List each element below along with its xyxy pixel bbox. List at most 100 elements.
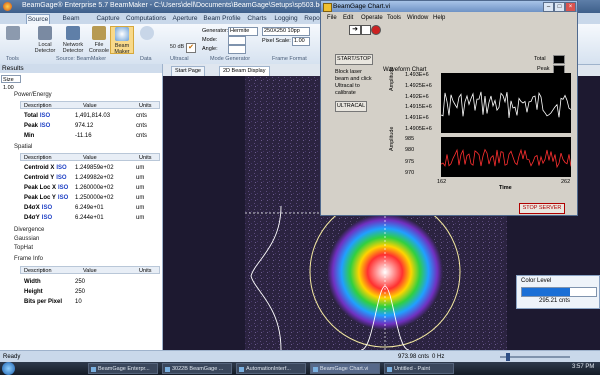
- total-tick-label: 1.4925E+6: [405, 82, 432, 89]
- table-row[interactable]: Width 250: [20, 278, 160, 286]
- size-field[interactable]: Size 1.00: [1, 75, 21, 91]
- table-row[interactable]: Peak ISO 974.12 cnts: [20, 122, 160, 130]
- tools-button[interactable]: [4, 26, 22, 42]
- total-series-svg: [440, 91, 572, 118]
- task-paint[interactable]: Untitled - Paint: [384, 363, 454, 374]
- generator-label: Generator:: [202, 28, 229, 34]
- group-label-mode-generator: Mode Generator: [210, 56, 251, 62]
- pixel-scale-label: Pixel Scale:: [262, 38, 291, 44]
- spatial-table-header: Description Value Units: [20, 153, 160, 161]
- network-detector-button[interactable]: Network Detector: [62, 26, 84, 54]
- local-detector-button[interactable]: Local Detector: [34, 26, 56, 54]
- file-icon: [92, 26, 106, 40]
- angle-field[interactable]: [228, 45, 246, 54]
- group-label-source: Source: BeamMaker: [56, 56, 107, 62]
- legend-peak: Peak: [537, 66, 550, 72]
- tab-aperture[interactable]: Aperture: [170, 14, 200, 24]
- close-button[interactable]: ×: [565, 2, 576, 12]
- peak-axis-label: Amplitude: [389, 126, 395, 151]
- tab-capture[interactable]: Capture: [94, 14, 122, 24]
- data-play-button[interactable]: [136, 26, 158, 42]
- run-arrow-icon[interactable]: ➜: [349, 25, 361, 35]
- beam-maker-button[interactable]: Beam Maker: [110, 26, 134, 55]
- total-tick-label: 1.4915E+6: [405, 104, 432, 111]
- generator-select[interactable]: Hermite: [228, 27, 258, 36]
- task-automation[interactable]: AutomationInterf...: [236, 363, 306, 374]
- peak-series-svg: [440, 148, 572, 169]
- color-level-title: Color Level: [521, 278, 552, 284]
- menu-window[interactable]: Window: [407, 15, 428, 21]
- zoom-slider[interactable]: [500, 353, 570, 361]
- tab-beam-display[interactable]: Beam Display: [51, 14, 91, 32]
- section-frame-info[interactable]: Frame Info: [14, 256, 43, 262]
- table-row[interactable]: Centroid X ISO 1.249859e+02 um: [20, 164, 160, 172]
- peak-plot[interactable]: [440, 137, 572, 177]
- menu-help[interactable]: Help: [433, 15, 445, 21]
- wrench-icon: [6, 26, 20, 40]
- menu-tools[interactable]: Tools: [387, 15, 401, 21]
- start-stop-button[interactable]: START/STOP: [335, 54, 373, 65]
- network-icon: [66, 26, 80, 40]
- legend-total-swatch: [553, 55, 565, 64]
- results-title: Results: [0, 64, 162, 73]
- power-table-header: Description Value Units: [20, 101, 160, 109]
- chart-vi-window: BeamGage Chart.vi – □ × File Edit Operat…: [320, 0, 578, 216]
- table-row[interactable]: Total ISO 1,491,814.03 cnts: [20, 112, 160, 120]
- table-row[interactable]: D4σX ISO 6.249e+01 um: [20, 204, 160, 212]
- zoom-slider-thumb[interactable]: [506, 353, 510, 361]
- file-console-button[interactable]: File Console: [88, 26, 110, 54]
- app-logo-icon: [3, 2, 12, 11]
- total-tick-label: 1.4905E+6: [405, 126, 432, 132]
- section-divergence[interactable]: Divergence: [14, 227, 44, 233]
- color-level-panel[interactable]: Color Level 295.21 cnts: [516, 275, 600, 309]
- ultracal-checkbox[interactable]: ✔: [186, 43, 196, 53]
- menu-file[interactable]: File: [327, 15, 337, 21]
- table-row[interactable]: Peak Loc X ISO 1.260000e+02 um: [20, 184, 160, 192]
- task-chart-vi[interactable]: BeamGage Chart.vi: [310, 363, 380, 374]
- frame-table-header: Description Value Units: [20, 266, 160, 274]
- color-level-value: 295.21 cnts: [539, 298, 571, 304]
- ultracal-button[interactable]: ULTRACAL: [335, 101, 367, 112]
- abort-icon[interactable]: [371, 25, 381, 35]
- document-tabs: Start Page 2D Beam Display: [163, 64, 320, 77]
- run-continuous-icon[interactable]: [361, 25, 371, 35]
- color-level-track[interactable]: [521, 287, 597, 297]
- clock: 3:57 PM: [572, 364, 595, 370]
- task-3022b[interactable]: 3022B BeamGage ...: [162, 363, 232, 374]
- tab-beam-profile[interactable]: Beam Profile: [203, 14, 241, 24]
- resolution-select[interactable]: 250X250 10pp: [262, 27, 310, 36]
- total-plot[interactable]: [440, 73, 572, 133]
- section-power-energy[interactable]: Power/Energy: [14, 92, 52, 98]
- table-row[interactable]: Min -11.16 cnts: [20, 132, 160, 140]
- maximize-button[interactable]: □: [554, 2, 565, 12]
- table-row[interactable]: Centroid Y ISO 1.249982e+02 um: [20, 174, 160, 182]
- start-button[interactable]: [2, 362, 15, 375]
- mode-field[interactable]: [228, 36, 246, 45]
- table-row[interactable]: Bits per Pixel 10: [20, 298, 160, 306]
- db-label: 50 dB: [169, 44, 185, 50]
- task-beamgage[interactable]: BeamGage Enterpr...: [88, 363, 158, 374]
- total-tick-label: 1.491E+6: [405, 115, 429, 122]
- x-axis-label: Time: [499, 185, 512, 191]
- color-level-fill: [522, 288, 571, 296]
- section-gaussian[interactable]: Gaussian: [14, 236, 39, 242]
- tab-computations[interactable]: Computations: [126, 14, 166, 24]
- taskbar: BeamGage Enterpr... 3022B BeamGage ... A…: [0, 362, 600, 375]
- menu-edit[interactable]: Edit: [343, 15, 353, 21]
- tab-charts[interactable]: Charts: [245, 14, 269, 24]
- minimize-button[interactable]: –: [543, 2, 554, 12]
- menu-operate[interactable]: Operate: [361, 15, 383, 21]
- table-row[interactable]: Height 250: [20, 288, 160, 296]
- table-row[interactable]: D4σY ISO 6.244e+01 um: [20, 214, 160, 222]
- table-row[interactable]: Peak Loc Y ISO 1.250000e+02 um: [20, 194, 160, 202]
- section-tophat[interactable]: TopHat: [14, 245, 33, 251]
- total-axis-label: Amplitude: [389, 66, 395, 91]
- total-tick-label: 1.492E+6: [405, 93, 429, 100]
- stop-server-button[interactable]: STOP SERVER: [519, 203, 565, 214]
- results-panel: Results Size 1.00 Power/Energy Descripti…: [0, 64, 163, 350]
- x-tick-end: 262: [561, 179, 571, 185]
- pixel-scale-field[interactable]: 1.00: [292, 37, 310, 46]
- play-icon: [140, 26, 154, 40]
- section-spatial[interactable]: Spatial: [14, 144, 32, 150]
- tab-logging[interactable]: Logging: [272, 14, 300, 24]
